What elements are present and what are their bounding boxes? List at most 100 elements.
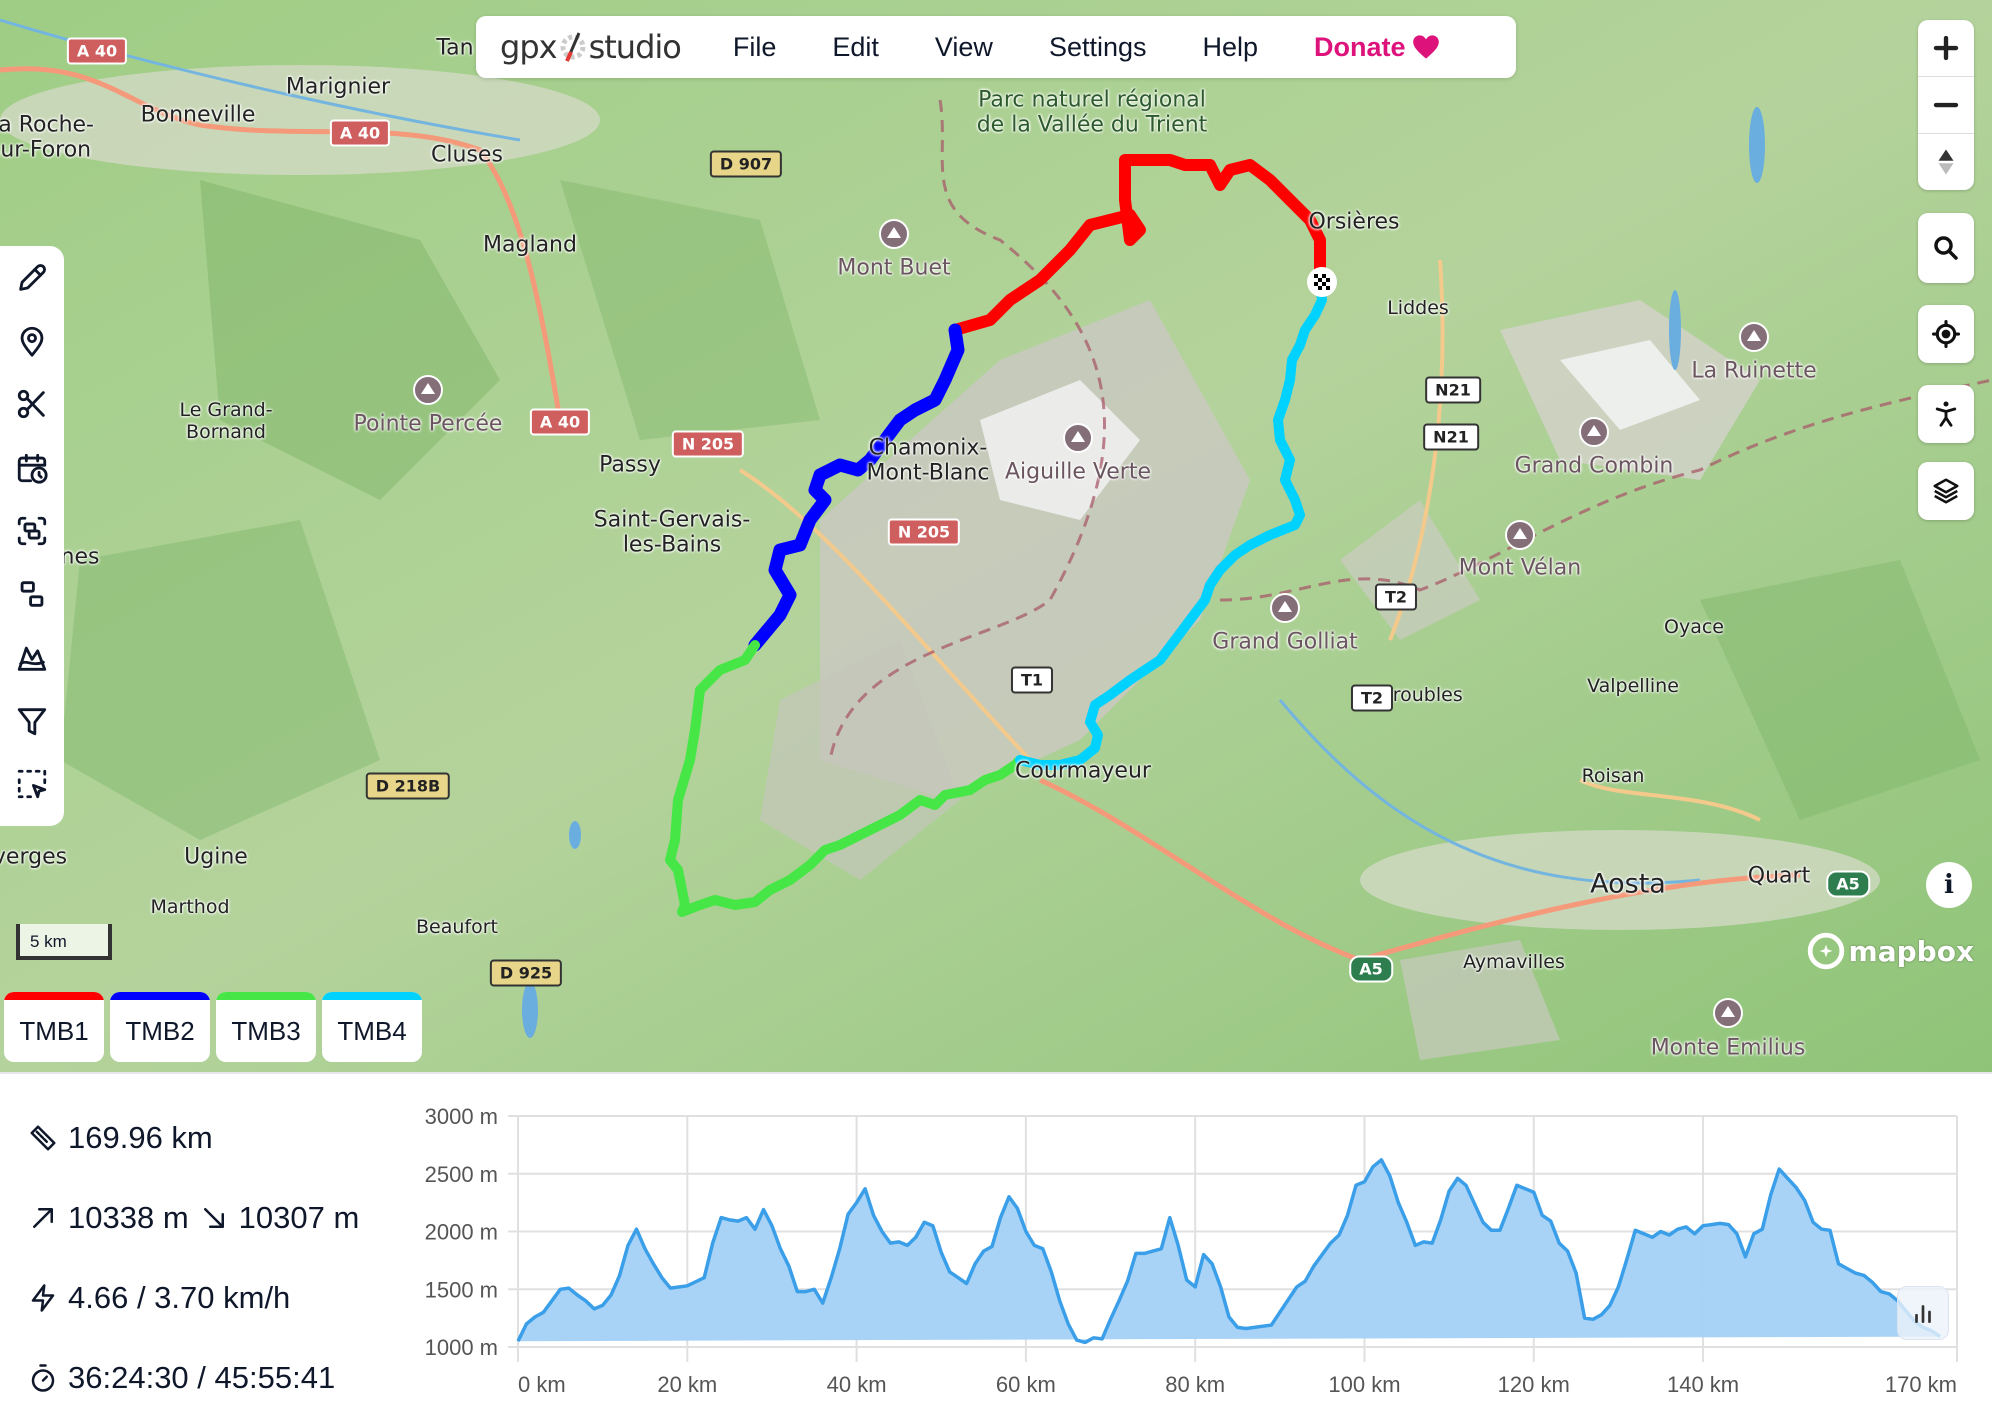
- calendar-clock-icon: [17, 453, 48, 484]
- place-label: Saint-Gervais- les-Bains: [593, 507, 751, 558]
- file-tabs: TMB1 TMB2 TMB3 TMB4: [4, 992, 422, 1062]
- peak-label: Mont Vélan: [1458, 555, 1582, 581]
- menu-settings[interactable]: Settings: [1049, 32, 1147, 63]
- scale-bar: 5 km: [16, 924, 112, 960]
- layers-icon: [1933, 478, 1959, 504]
- place-label: Aosta: [1590, 868, 1666, 900]
- tab-label: TMB2: [125, 1015, 195, 1046]
- y-tick-label: 1000 m: [425, 1335, 498, 1360]
- logo-text-studio: studio: [588, 28, 682, 66]
- track-tmb2[interactable]: [748, 323, 965, 652]
- logo-gear-icon: [559, 30, 587, 64]
- tool-merge[interactable]: [10, 509, 54, 552]
- timer-icon: [31, 1364, 55, 1392]
- x-tick-label: 20 km: [657, 1372, 717, 1397]
- mapbox-icon: [1807, 932, 1844, 970]
- road-shield: N 205: [887, 518, 961, 546]
- y-tick-label: 2500 m: [425, 1162, 498, 1187]
- place-label: Valpelline: [1587, 675, 1679, 698]
- track-tmb3[interactable]: [665, 640, 1025, 917]
- place-label: Oyace: [1664, 616, 1724, 639]
- tab-tmb2[interactable]: TMB2: [110, 992, 210, 1062]
- x-tick-label: 140 km: [1667, 1372, 1739, 1397]
- bar-chart-icon: [1915, 1305, 1931, 1324]
- road-shield: D 925: [489, 959, 563, 987]
- road-shield: T1: [1010, 666, 1054, 694]
- peak-icon: [1063, 423, 1093, 453]
- zoom-controls: [1918, 20, 1974, 190]
- layers-button[interactable]: [1918, 462, 1974, 520]
- place-label: Beaufort: [416, 916, 498, 939]
- mountain-icon: [17, 646, 47, 671]
- road-shield: A 40: [329, 119, 391, 147]
- place-label: Ugine: [184, 844, 248, 870]
- chart-options-button[interactable]: [1897, 1286, 1949, 1340]
- donate-button[interactable]: Donate: [1314, 32, 1440, 63]
- menu-help[interactable]: Help: [1203, 32, 1259, 63]
- menu-edit[interactable]: Edit: [832, 32, 879, 63]
- zoom-in-button[interactable]: [1918, 20, 1974, 76]
- search-button[interactable]: [1918, 213, 1974, 283]
- y-tick-label: 2000 m: [425, 1220, 498, 1245]
- tool-elevation[interactable]: [10, 636, 54, 679]
- scale-label: 5 km: [30, 932, 67, 951]
- place-label: Courmayeur: [1015, 758, 1151, 784]
- place-label: Le Grand- Bornand: [179, 399, 273, 443]
- tool-extract[interactable]: [10, 573, 54, 616]
- tab-tmb4[interactable]: TMB4: [322, 992, 422, 1062]
- menu-file[interactable]: File: [733, 32, 777, 63]
- zoom-out-button[interactable]: [1918, 76, 1974, 133]
- tab-label: TMB4: [337, 1015, 407, 1046]
- x-tick-label: 0 km: [518, 1372, 566, 1397]
- zap-icon: [31, 1284, 55, 1312]
- tab-color-stripe: [110, 992, 210, 1000]
- app-logo[interactable]: gpx studio: [500, 28, 682, 66]
- locate-icon: [1931, 319, 1961, 349]
- stat-speed: 4.66 / 3.70 km/h: [28, 1258, 359, 1338]
- tab-label: TMB1: [19, 1015, 89, 1046]
- tool-time[interactable]: [10, 446, 54, 489]
- place-label: Liddes: [1387, 297, 1449, 320]
- logo-text-gpx: gpx: [500, 28, 558, 66]
- info-icon: i: [1944, 870, 1954, 900]
- menu-view[interactable]: View: [935, 32, 993, 63]
- tab-color-stripe: [216, 992, 316, 1000]
- ruler-icon: [30, 1125, 56, 1151]
- tool-select[interactable]: [10, 763, 54, 806]
- tab-tmb3[interactable]: TMB3: [216, 992, 316, 1062]
- minus-icon: [1933, 102, 1959, 108]
- street-view-control: [1918, 385, 1974, 443]
- place-label: La Roche- sur-Foron: [0, 112, 95, 163]
- road-shield: T2: [1350, 684, 1394, 712]
- place-label: Marignier: [285, 74, 391, 100]
- tool-scissors[interactable]: [10, 383, 54, 426]
- search-control: [1918, 213, 1974, 283]
- arrow-down-right-icon: [203, 1208, 224, 1228]
- peak-icon: [1579, 417, 1609, 447]
- compass-icon: [1938, 149, 1954, 175]
- road-shield: A 40: [66, 37, 128, 65]
- road-shield: D 907: [709, 150, 783, 178]
- tool-filter[interactable]: [10, 699, 54, 742]
- info-button[interactable]: i: [1926, 862, 1972, 908]
- track-statistics: 169.96 km 10338 m 10307 m 4.66 / 3.70 km…: [28, 1098, 359, 1418]
- elevation-chart[interactable]: 1000 m 1500 m 2000 m 2500 m 3000 m 0 km 20 km 4…: [390, 1090, 1992, 1416]
- mapbox-logo[interactable]: mapbox: [1807, 932, 1974, 970]
- locate-button[interactable]: [1918, 305, 1974, 363]
- road-shield: A5: [1826, 870, 1870, 898]
- checkered-flag-icon[interactable]: [1306, 266, 1338, 298]
- plus-icon: [1933, 35, 1959, 61]
- ungroup-icon: [20, 581, 44, 608]
- street-view-button[interactable]: [1918, 385, 1974, 443]
- track-tmb4[interactable]: [1015, 275, 1327, 770]
- peak-label: Mont Buet: [837, 255, 951, 281]
- tab-tmb1[interactable]: TMB1: [4, 992, 104, 1062]
- compass-button[interactable]: [1918, 133, 1974, 190]
- group-icon: [17, 516, 47, 546]
- tool-route-planning[interactable]: [10, 256, 54, 299]
- track-tmb1[interactable]: [949, 154, 1326, 336]
- map-canvas[interactable]: Tan Marignier Bonneville La Roche- sur-F…: [0, 0, 1992, 1072]
- x-tick-label: 170 km: [1885, 1372, 1957, 1397]
- road-shield: A 40: [529, 408, 591, 436]
- tool-waypoint[interactable]: [10, 319, 54, 362]
